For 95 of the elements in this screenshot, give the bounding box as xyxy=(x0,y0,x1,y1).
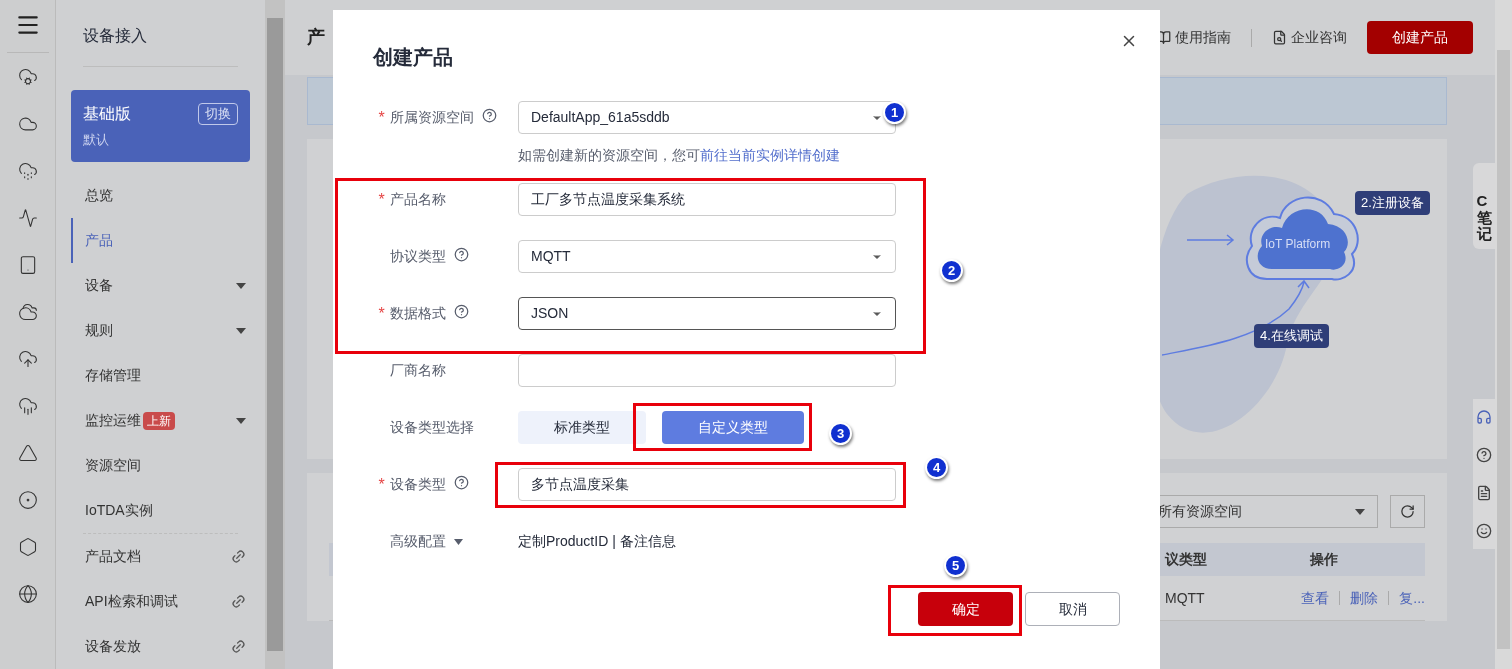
input-field[interactable] xyxy=(518,354,896,387)
caret-icon[interactable] xyxy=(454,538,463,545)
input-field[interactable]: 工厂多节点温度采集系统 xyxy=(518,183,896,216)
step-label: 2.注册设备 xyxy=(1355,191,1430,215)
dialog-title: 创建产品 xyxy=(373,45,454,70)
refresh-button[interactable] xyxy=(1390,495,1425,528)
field-label: 协议类型 xyxy=(390,247,446,266)
globe-icon[interactable] xyxy=(17,584,38,604)
nav-label: 产品 xyxy=(85,231,113,250)
nav-item[interactable]: 设备发放 xyxy=(71,624,250,669)
help-icon[interactable] xyxy=(454,304,469,319)
field-label: 设备类型 xyxy=(390,475,446,494)
caret-icon[interactable] xyxy=(236,327,246,334)
nav-label: 产品文档 xyxy=(85,547,141,566)
nav-label: 监控运维 xyxy=(85,411,141,430)
field-label: 高级配置 xyxy=(390,532,446,551)
nav-label: API检索和调试 xyxy=(85,592,178,611)
confirm-button[interactable]: 确定 xyxy=(918,592,1013,626)
step-label: 4.在线调试 xyxy=(1254,324,1329,348)
help-icon[interactable] xyxy=(1476,446,1492,463)
nav-item[interactable]: API检索和调试 xyxy=(71,579,250,624)
document-search-icon xyxy=(1272,30,1287,45)
scrollbar[interactable] xyxy=(265,0,285,669)
hexagon-icon[interactable] xyxy=(17,537,38,557)
header-link[interactable]: 企业咨询 xyxy=(1272,27,1347,48)
nav-item[interactable]: IoTDA实例 xyxy=(71,488,250,533)
triangle-icon[interactable] xyxy=(17,443,38,463)
nav-label: 设备发放 xyxy=(85,637,141,656)
smile-icon[interactable] xyxy=(1476,522,1492,539)
nav-item[interactable]: 产品 xyxy=(71,218,250,263)
nav-item[interactable]: 设备 xyxy=(71,263,250,308)
nav-item[interactable]: 存储管理 xyxy=(71,353,250,398)
help-icon[interactable] xyxy=(454,247,469,262)
action-link[interactable]: 删除 xyxy=(1350,587,1379,609)
cloud-rain-icon[interactable] xyxy=(17,161,38,181)
action-link[interactable]: 复... xyxy=(1399,587,1425,609)
cloud-rain-icon[interactable] xyxy=(17,396,38,416)
instance-note: 默认 xyxy=(83,131,110,149)
cancel-button[interactable]: 取消 xyxy=(1025,592,1120,626)
nav-item[interactable]: 总览 xyxy=(71,173,250,218)
document-icon[interactable] xyxy=(1476,484,1492,501)
clouds-icon[interactable] xyxy=(17,302,38,322)
switch-button[interactable]: 切换 xyxy=(198,103,238,125)
action-link[interactable]: 查看 xyxy=(1301,587,1330,609)
caret-icon[interactable] xyxy=(236,417,246,424)
field-label: 产品名称 xyxy=(390,190,446,209)
nav-item[interactable]: 资源空间 xyxy=(71,443,250,488)
arrow-line xyxy=(1187,234,1237,246)
type-option[interactable]: 标准类型 xyxy=(518,411,646,444)
wave-icon[interactable] xyxy=(17,208,38,228)
nav-label: 总览 xyxy=(85,186,113,205)
select-field[interactable]: MQTT xyxy=(518,240,896,273)
page-title: 产 xyxy=(307,26,325,49)
headset-icon[interactable] xyxy=(1476,408,1492,425)
instance-name: 基础版 xyxy=(83,104,131,124)
create-product-button[interactable]: 创建产品 xyxy=(1367,21,1473,54)
new-badge: 上新 xyxy=(143,411,175,430)
platform-label: IoT Platform xyxy=(1265,236,1331,253)
caret-icon xyxy=(1355,508,1365,515)
help-icon[interactable] xyxy=(482,108,497,123)
nav-label: IoTDA实例 xyxy=(85,501,153,520)
sidebar-title: 设备接入 xyxy=(83,26,148,46)
nav-item[interactable]: 规则 xyxy=(71,308,250,353)
field-label: 设备类型选择 xyxy=(390,418,474,437)
nav-label: 规则 xyxy=(85,321,113,340)
type-option[interactable]: 自定义类型 xyxy=(662,411,804,444)
nav-label: 资源空间 xyxy=(85,456,141,475)
column-header: 操作 xyxy=(1310,550,1338,569)
hint-link[interactable]: 前往当前实例详情创建 xyxy=(700,147,840,163)
required-mark: * xyxy=(378,305,385,322)
column-header: 议类型 xyxy=(1165,550,1208,569)
advanced-options-text: 定制ProductID | 备注信息 xyxy=(518,532,676,551)
field-label: 厂商名称 xyxy=(390,361,446,380)
input-field[interactable]: 多节点温度采集 xyxy=(518,468,896,501)
cloud-upload-icon[interactable] xyxy=(17,349,38,369)
caret-icon[interactable] xyxy=(236,282,246,289)
nav-item[interactable]: 监控运维 上新 xyxy=(71,398,250,443)
nav-item[interactable]: 产品文档 xyxy=(71,534,250,579)
required-mark: * xyxy=(378,476,385,493)
side-panel[interactable]: C笔记 xyxy=(1473,163,1495,249)
required-mark: * xyxy=(378,191,385,208)
field-label: 数据格式 xyxy=(390,304,446,323)
required-mark: * xyxy=(378,109,385,126)
table-cell-text: MQTT xyxy=(1165,588,1206,608)
refresh-icon xyxy=(1400,504,1415,519)
circle-icon[interactable] xyxy=(17,490,38,510)
field-label: 所属资源空间 xyxy=(390,108,474,127)
nav-label: 存储管理 xyxy=(85,366,141,385)
field-hint: 如需创建新的资源空间，您可前往当前实例详情创建 xyxy=(518,147,840,163)
select-field[interactable]: JSON xyxy=(518,297,896,330)
cloud-gear-icon[interactable] xyxy=(17,67,38,87)
instance-card[interactable]: 基础版 切换 默认 xyxy=(71,90,250,162)
nav-label: 设备 xyxy=(85,276,113,295)
notes-label: C笔记 xyxy=(1476,193,1492,243)
help-icon[interactable] xyxy=(454,475,469,490)
